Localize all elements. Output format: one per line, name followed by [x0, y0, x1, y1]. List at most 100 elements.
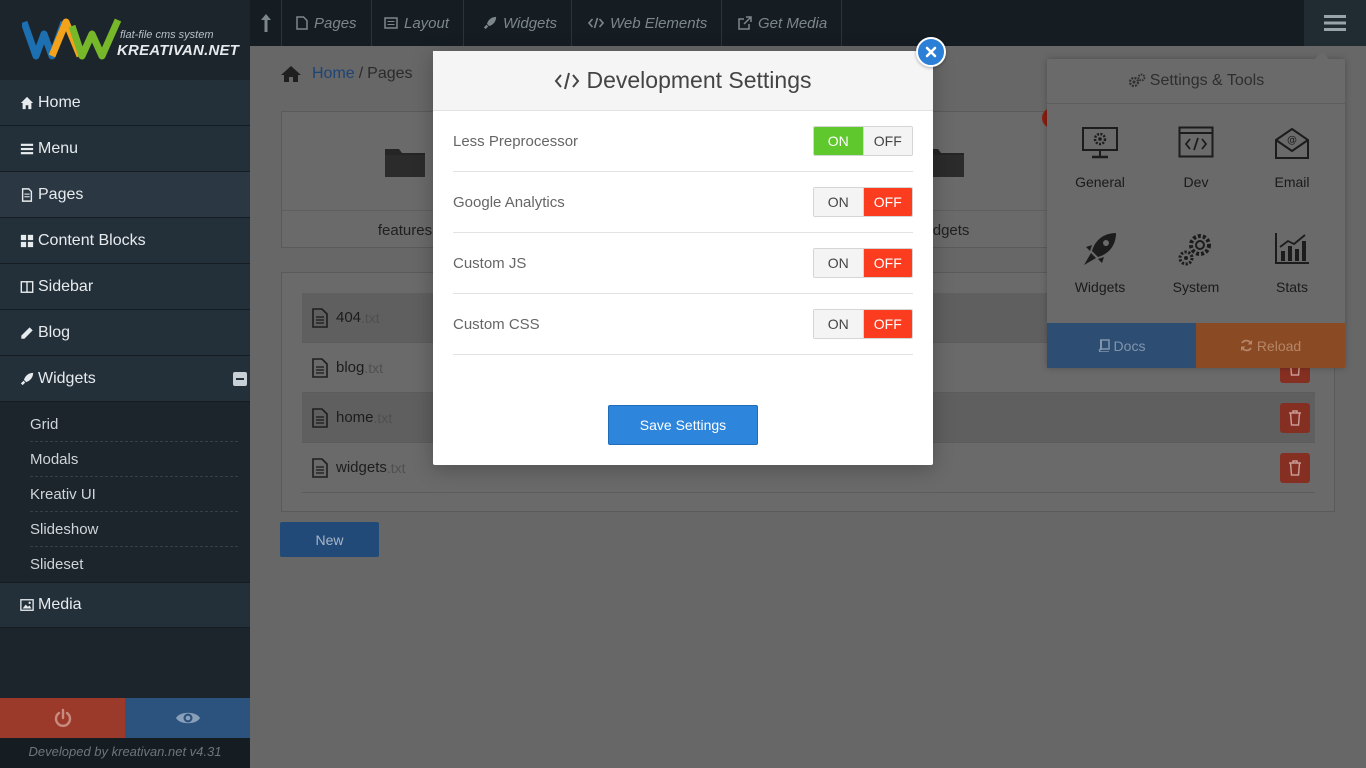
tool-system[interactable]: System — [1148, 209, 1244, 309]
save-settings-button[interactable]: Save Settings — [608, 405, 758, 445]
sidebar-item-content-blocks[interactable]: Content Blocks — [0, 218, 250, 264]
setting-google-analytics: Google Analytics ON OFF — [453, 172, 913, 233]
developer-credit: Developed by kreativan.net v4.31 — [0, 738, 250, 768]
home-icon — [281, 66, 301, 82]
file-icon — [296, 16, 308, 30]
delete-button[interactable] — [1280, 453, 1310, 483]
sidebar-item-label: Media — [38, 596, 82, 613]
reload-button[interactable]: Reload — [1196, 323, 1345, 368]
sidebar-item-widgets[interactable]: Widgets — [0, 356, 250, 402]
sidebar-item-label: Blog — [38, 323, 71, 341]
docs-label: Docs — [1113, 337, 1146, 354]
rocket-icon — [20, 371, 38, 387]
delete-button[interactable] — [1280, 403, 1310, 433]
sidebar-item-sidebar[interactable]: Sidebar — [0, 264, 250, 310]
breadcrumb-separator: / — [358, 65, 364, 82]
topnav-layout[interactable]: Layout — [370, 0, 465, 46]
topnav-label: Web Elements — [610, 14, 708, 32]
tool-label: Stats — [1276, 279, 1308, 295]
tool-label: System — [1172, 279, 1220, 295]
tool-email[interactable]: @ Email — [1244, 104, 1340, 204]
topnav-get-media[interactable]: Get Media — [724, 0, 843, 46]
file-name: blog — [336, 359, 365, 376]
submenu-item-kreativ-ui[interactable]: Kreativ UI — [30, 477, 238, 512]
modal-close-button[interactable] — [916, 37, 946, 67]
tool-widgets[interactable]: Widgets — [1052, 209, 1148, 309]
tool-label: Email — [1274, 174, 1310, 190]
file-extension: .txt — [361, 309, 380, 326]
submenu-item-grid[interactable]: Grid — [30, 407, 238, 442]
sidebar-item-label: Menu — [38, 139, 79, 157]
file-text-icon — [312, 457, 328, 478]
breadcrumb-home-link[interactable]: Home — [312, 65, 355, 83]
topnav-pages[interactable]: Pages — [282, 0, 372, 46]
reload-label: Reload — [1256, 337, 1302, 354]
file-icon — [20, 187, 38, 203]
th-large-icon — [20, 233, 38, 249]
docs-button[interactable]: Docs — [1047, 323, 1196, 368]
widgets-submenu: Grid Modals Kreativ UI Slideshow Slidese… — [0, 402, 250, 582]
topnav-label: Layout — [404, 14, 450, 32]
custom-css-toggle[interactable]: ON OFF — [813, 309, 913, 339]
sidebar-item-blog[interactable]: Blog — [0, 310, 250, 356]
toggle-on-option[interactable]: ON — [814, 188, 863, 216]
development-settings-modal: Development Settings Less Preprocessor O… — [433, 51, 933, 465]
topnav-widgets[interactable]: Widgets — [469, 0, 573, 46]
submenu-item-slideshow[interactable]: Slideshow — [30, 512, 238, 547]
file-text-icon — [312, 407, 328, 428]
toggle-on-option[interactable]: ON — [814, 127, 863, 155]
book-icon — [1098, 339, 1110, 352]
settings-menu-button[interactable] — [1304, 0, 1366, 46]
tool-dev[interactable]: Dev — [1148, 104, 1244, 204]
toggle-on-option[interactable]: ON — [814, 310, 863, 338]
brand-logo[interactable]: flat-file cms system KREATIVAN.NET — [0, 0, 250, 80]
setting-label: Custom CSS — [453, 316, 540, 333]
settings-tools-panel: Settings & Tools General Dev @ Email Wid… — [1047, 52, 1345, 368]
toggle-off-option[interactable]: OFF — [862, 310, 912, 338]
file-extension: .txt — [373, 409, 393, 426]
power-icon — [54, 708, 71, 727]
modal-header: Development Settings — [433, 51, 933, 111]
custom-js-toggle[interactable]: ON OFF — [813, 248, 913, 278]
sidebar-item-menu[interactable]: Menu — [0, 126, 250, 172]
sidebar-item-label: Content Blocks — [38, 231, 146, 249]
toggle-off-option[interactable]: OFF — [862, 127, 912, 155]
hamburger-icon — [1324, 15, 1346, 31]
kreativan-logo-icon — [22, 18, 122, 60]
code-icon — [588, 17, 604, 29]
sidebar-item-home[interactable]: Home — [0, 80, 250, 126]
less-preprocessor-toggle[interactable]: ON OFF — [813, 126, 913, 156]
eye-icon — [175, 712, 200, 724]
home-icon — [20, 95, 38, 111]
breadcrumb-current: Pages — [367, 65, 413, 82]
topnav-label: Get Media — [758, 14, 828, 32]
scroll-top-button[interactable] — [250, 0, 282, 46]
brand-tagline: flat-file cms system — [120, 29, 214, 41]
new-page-button[interactable]: New — [280, 522, 379, 557]
rocket-icon — [1084, 233, 1116, 265]
brand-name: KREATIVAN.NET — [117, 42, 240, 59]
image-icon — [20, 597, 38, 613]
svg-text:@: @ — [1287, 135, 1297, 146]
tool-general[interactable]: General — [1052, 104, 1148, 204]
pencil-icon — [20, 325, 38, 341]
file-name: home — [336, 409, 374, 426]
topnav-web-elements[interactable]: Web Elements — [574, 0, 723, 46]
sidebar-item-media[interactable]: Media — [0, 582, 250, 628]
submenu-item-modals[interactable]: Modals — [30, 442, 238, 477]
view-site-button[interactable] — [125, 698, 250, 738]
code-icon — [555, 72, 580, 89]
google-analytics-toggle[interactable]: ON OFF — [813, 187, 913, 217]
tool-stats[interactable]: Stats — [1244, 209, 1340, 309]
submenu-item-slideset[interactable]: Slideset — [30, 547, 238, 582]
toggle-on-option[interactable]: ON — [814, 249, 863, 277]
collapse-minus-icon[interactable] — [233, 372, 247, 386]
toggle-off-option[interactable]: OFF — [862, 188, 912, 216]
tools-panel-header: Settings & Tools — [1047, 59, 1345, 104]
tool-label: Widgets — [1074, 279, 1126, 295]
sidebar-item-pages[interactable]: Pages — [0, 172, 250, 218]
toggle-off-option[interactable]: OFF — [862, 249, 912, 277]
file-extension: .txt — [386, 459, 406, 476]
logout-button[interactable] — [0, 698, 125, 738]
file-name: 404 — [336, 309, 362, 326]
